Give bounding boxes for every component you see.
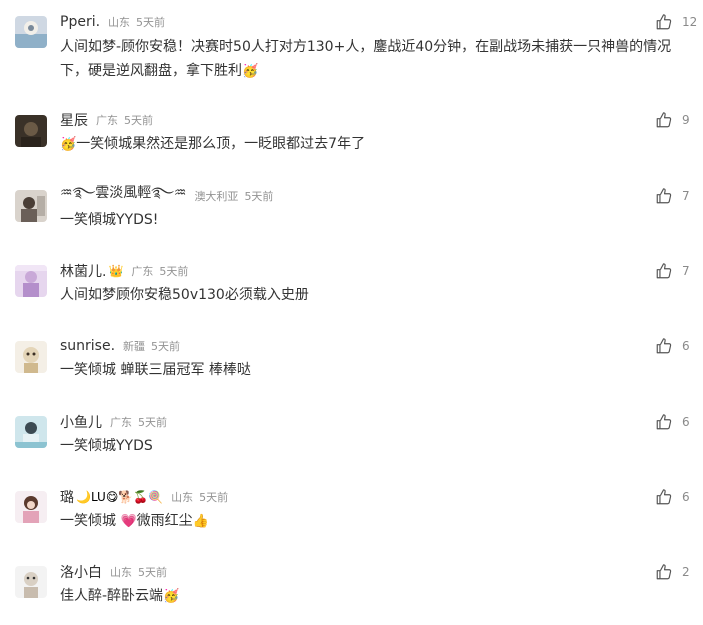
like-count: 9 bbox=[682, 113, 690, 127]
comment-item: ♒࿐雲淡風輕࿐♒ 澳大利亚 5天前 一笑傾城YYDS! 7 bbox=[0, 174, 703, 249]
thumbs-up-icon bbox=[656, 489, 672, 505]
like-count: 12 bbox=[682, 15, 698, 29]
avatar[interactable] bbox=[15, 491, 47, 523]
like-count: 6 bbox=[682, 339, 690, 353]
like-count: 6 bbox=[682, 490, 690, 504]
timestamp: 5天前 bbox=[124, 114, 153, 127]
location: 新疆 bbox=[123, 340, 146, 353]
avatar[interactable] bbox=[15, 341, 47, 373]
comment-text: 人间如梦-顾你安稳！决赛时50人打对方130+人，鏖战近40分钟，在副战场未捕获… bbox=[60, 35, 685, 83]
comment-item: Pperi. 山东 5天前 人间如梦-顾你安稳！决赛时50人打对方130+人，鏖… bbox=[0, 0, 703, 79]
comment-text-body: 佳人醉-醉卧云端 bbox=[60, 588, 164, 604]
thumbs-up-emoji: 👍 bbox=[192, 514, 209, 529]
timestamp: 5天前 bbox=[151, 340, 181, 353]
crown-emoji: 👑 bbox=[108, 264, 124, 278]
comment-text: 一笑傾城YYDS! bbox=[60, 208, 685, 232]
like-button[interactable]: 7 bbox=[655, 261, 703, 281]
timestamp: 5天前 bbox=[138, 416, 167, 429]
comment-text: 一笑倾城 💗微雨红尘👍 bbox=[60, 509, 685, 533]
party-face-emoji: 🥳 bbox=[60, 137, 77, 152]
thumbs-up-icon bbox=[656, 263, 672, 279]
comment-item: 洛小白 山东 5天前 佳人醉-醉卧云端🥳 2 bbox=[0, 550, 703, 625]
comment-item: 林菌儿. 👑 广东 5天前 人间如梦顾你安稳50v130必须载入史册 7 bbox=[0, 250, 703, 325]
emoji-decoration: 🌙LU😋🐕🍒🍭 bbox=[76, 490, 164, 504]
location: 澳大利亚 bbox=[194, 190, 239, 203]
like-button[interactable]: 7 bbox=[655, 186, 703, 206]
heart-emoji: 💗 bbox=[120, 514, 137, 529]
like-button[interactable]: 6 bbox=[655, 336, 703, 356]
comment-item: 小鱼儿 广东 5天前 一笑倾城YYDS 6 bbox=[0, 400, 703, 475]
avatar[interactable] bbox=[15, 265, 47, 297]
comment-item: 璐 🌙LU😋🐕🍒🍭 山东 5天前 一笑倾城 💗微雨红尘👍 6 bbox=[0, 475, 703, 550]
thumbs-up-icon bbox=[656, 414, 672, 430]
username[interactable]: 小鱼儿 bbox=[60, 412, 102, 432]
comment-text-body: 一笑倾城 bbox=[60, 513, 121, 529]
location: 广东 bbox=[96, 114, 118, 127]
party-face-emoji: 🥳 bbox=[242, 64, 259, 79]
party-face-emoji: 🥳 bbox=[163, 589, 180, 604]
username[interactable]: 洛小白 bbox=[60, 562, 102, 582]
comment-text: 人间如梦顾你安稳50v130必须载入史册 bbox=[60, 283, 685, 307]
avatar[interactable] bbox=[15, 566, 47, 598]
like-count: 7 bbox=[682, 189, 690, 203]
timestamp: 5天前 bbox=[159, 265, 189, 278]
like-count: 2 bbox=[682, 565, 690, 579]
like-button[interactable]: 2 bbox=[655, 562, 703, 582]
thumbs-up-icon bbox=[656, 14, 672, 30]
like-count: 6 bbox=[682, 415, 690, 429]
thumbs-up-icon bbox=[656, 112, 672, 128]
username[interactable]: Pperi. bbox=[60, 14, 100, 30]
like-button[interactable]: 12 bbox=[655, 12, 703, 32]
username[interactable]: 星辰 bbox=[60, 110, 88, 130]
username[interactable]: sunrise. bbox=[60, 338, 115, 354]
timestamp: 5天前 bbox=[244, 190, 274, 203]
username[interactable]: 林菌儿. bbox=[60, 261, 106, 281]
like-count: 7 bbox=[682, 264, 690, 278]
location: 山东 bbox=[108, 16, 131, 29]
like-button[interactable]: 6 bbox=[655, 412, 703, 432]
thumbs-up-icon bbox=[656, 338, 672, 354]
comment-text-body: 一笑倾城 蝉联三届冠军 棒棒哒 bbox=[60, 362, 251, 378]
timestamp: 5天前 bbox=[138, 566, 167, 579]
comment-item: 星辰 广东 5天前 🥳一笑倾城果然还是那么顶，一眨眼都过去7年了 9 bbox=[0, 99, 703, 174]
comment-text: 一笑倾城YYDS bbox=[60, 434, 685, 458]
like-button[interactable]: 9 bbox=[655, 110, 703, 130]
location: 山东 bbox=[110, 566, 132, 579]
comment-text: 🥳一笑倾城果然还是那么顶，一眨眼都过去7年了 bbox=[60, 132, 685, 156]
comment-text: 一笑倾城 蝉联三届冠军 棒棒哒 bbox=[60, 358, 685, 382]
like-button[interactable]: 6 bbox=[655, 487, 703, 507]
comment-item: sunrise. 新疆 5天前 一笑倾城 蝉联三届冠军 棒棒哒 6 bbox=[0, 325, 703, 400]
avatar[interactable] bbox=[15, 190, 47, 222]
comment-text: 佳人醉-醉卧云端🥳 bbox=[60, 584, 685, 608]
comment-text-body: 一笑倾城果然还是那么顶，一眨眼都过去7年了 bbox=[76, 136, 366, 152]
thumbs-up-icon bbox=[656, 564, 672, 580]
comment-header: 洛小白 山东 5天前 bbox=[60, 562, 167, 582]
location: 广东 bbox=[110, 416, 132, 429]
avatar[interactable] bbox=[15, 416, 47, 448]
avatar[interactable] bbox=[15, 16, 47, 48]
comment-header: 林菌儿. 👑 广东 5天前 bbox=[60, 261, 188, 281]
comment-header: ♒࿐雲淡風輕࿐♒ 澳大利亚 5天前 bbox=[60, 185, 274, 206]
comment-text-body: 人间如梦-顾你安稳！决赛时50人打对方130+人，鏖战近40分钟，在副战场未捕获… bbox=[60, 39, 672, 79]
comment-header: 小鱼儿 广东 5天前 bbox=[60, 412, 167, 432]
timestamp: 5天前 bbox=[199, 491, 229, 504]
avatar[interactable] bbox=[15, 115, 47, 147]
location: 山东 bbox=[171, 491, 194, 504]
comment-header: Pperi. 山东 5天前 bbox=[60, 12, 165, 32]
thumbs-up-icon bbox=[656, 188, 672, 204]
comment-text-body: 人间如梦顾你安稳50v130必须载入史册 bbox=[60, 287, 309, 303]
timestamp: 5天前 bbox=[136, 16, 166, 29]
comment-text-body: 一笑倾城YYDS bbox=[60, 438, 153, 454]
comment-header: 星辰 广东 5天前 bbox=[60, 110, 153, 130]
comment-text-body-2: 微雨红尘 bbox=[136, 513, 193, 529]
comment-header: 璐 🌙LU😋🐕🍒🍭 山东 5天前 bbox=[60, 487, 228, 507]
username[interactable]: 璐 bbox=[60, 487, 74, 507]
comment-header: sunrise. 新疆 5天前 bbox=[60, 336, 180, 356]
comment-text-body: 一笑傾城YYDS! bbox=[60, 212, 159, 228]
location: 广东 bbox=[131, 265, 154, 278]
